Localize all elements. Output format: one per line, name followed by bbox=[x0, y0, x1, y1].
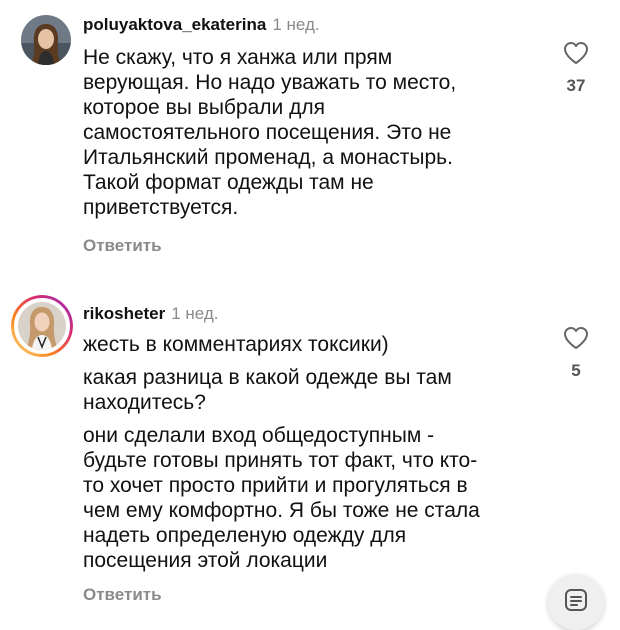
comment-paragraph: какая разница в какой одежде вы там нахо… bbox=[83, 365, 553, 415]
avatar[interactable] bbox=[21, 15, 71, 65]
comment-text: жесть в комментариях токсики) какая разн… bbox=[83, 332, 553, 581]
timestamp: 1 нед. bbox=[272, 15, 320, 34]
text-line: жесть в комментариях токсики) bbox=[83, 333, 389, 356]
text-line: Итальянский променад, а монастырь. bbox=[83, 146, 453, 169]
text-line: будьте готовы принять тот факт, что кто- bbox=[83, 449, 478, 472]
text-line: находитесь? bbox=[83, 391, 206, 414]
text-line: которое вы выбрали для bbox=[83, 96, 325, 119]
text-line: Не скажу, что я ханжа или прям bbox=[83, 46, 393, 69]
comment-text: Не скажу, что я ханжа или прям верующая.… bbox=[83, 45, 553, 220]
text-line: приветствуется. bbox=[83, 196, 239, 219]
text-line: надеть определеную одежду для bbox=[83, 524, 407, 547]
like-control: 37 bbox=[556, 41, 596, 96]
timestamp: 1 нед. bbox=[171, 304, 219, 323]
comment-meta: poluyaktova_ekaterina 1 нед. bbox=[83, 15, 320, 35]
comment-item: poluyaktova_ekaterina 1 нед. Не скажу, чт… bbox=[0, 0, 620, 280]
comment-paragraph: жесть в комментариях токсики) bbox=[83, 332, 553, 357]
text-line: посещения этой локации bbox=[83, 549, 328, 572]
like-control: 5 bbox=[556, 326, 596, 381]
like-count: 37 bbox=[566, 76, 586, 95]
avatar[interactable] bbox=[11, 295, 73, 357]
floating-action-button[interactable] bbox=[548, 574, 604, 630]
heart-outline-icon[interactable] bbox=[563, 42, 589, 69]
like-count: 5 bbox=[571, 361, 581, 380]
text-line: чем ему комфортно. Я бы тоже не стала bbox=[83, 499, 480, 522]
heart-outline-icon[interactable] bbox=[563, 327, 589, 354]
text-line: верующая. Но надо уважать то место, bbox=[83, 71, 457, 94]
comment-paragraph: они сделали вход общедоступным - будьте … bbox=[83, 423, 553, 573]
text-line: то хочет просто прийти и прогуляться в bbox=[83, 474, 468, 497]
text-line: Такой формат одежды там не bbox=[83, 171, 374, 194]
text-line: самостоятельного посещения. Это не bbox=[83, 121, 452, 144]
comment-item: rikosheter 1 нед. жесть в комментариях то… bbox=[0, 280, 620, 609]
username[interactable]: poluyaktova_ekaterina bbox=[83, 15, 266, 34]
text-line: какая разница в какой одежде вы там bbox=[83, 366, 452, 389]
username[interactable]: rikosheter bbox=[83, 304, 165, 323]
comment-meta: rikosheter 1 нед. bbox=[83, 304, 219, 324]
text-line: они сделали вход общедоступным - bbox=[83, 424, 435, 447]
filter-lines-icon bbox=[563, 587, 589, 618]
reply-button[interactable]: Ответить bbox=[83, 585, 162, 605]
reply-button[interactable]: Ответить bbox=[83, 236, 162, 256]
